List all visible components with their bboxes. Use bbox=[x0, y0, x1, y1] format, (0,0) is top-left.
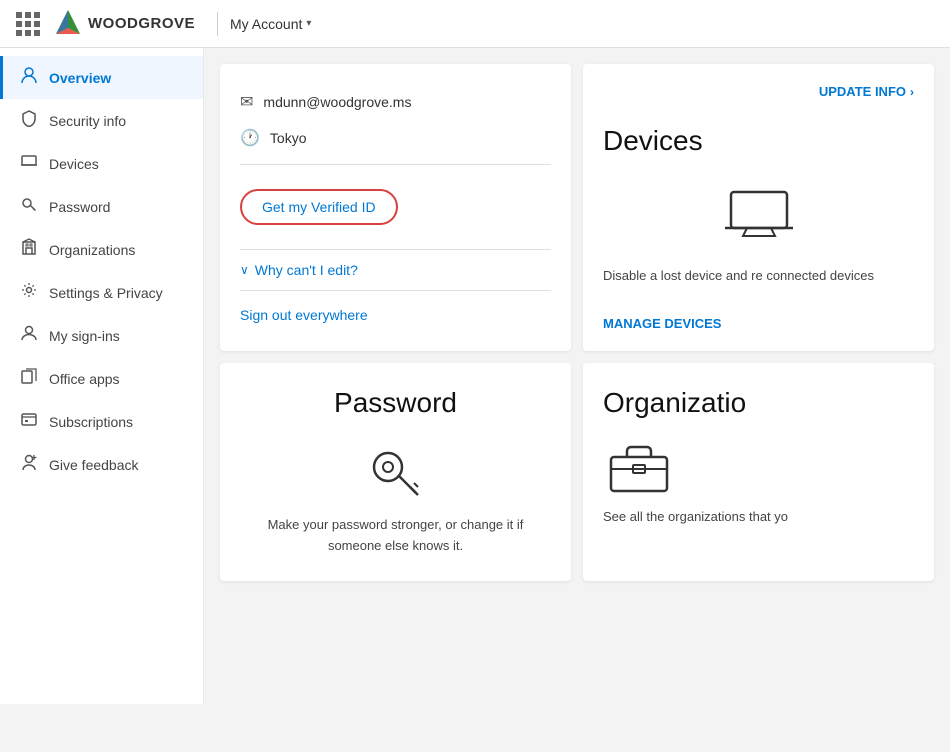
office-icon bbox=[19, 367, 39, 390]
chevron-down-icon: ▾ bbox=[306, 18, 311, 29]
manage-devices-link[interactable]: MANAGE DEVICES bbox=[603, 316, 721, 331]
settings-icon bbox=[19, 281, 39, 304]
why-edit-toggle[interactable]: ∨ Why can't I edit? bbox=[240, 258, 551, 282]
sidebar-item-devices[interactable]: Devices bbox=[0, 142, 203, 185]
email-row: ✉ mdunn@woodgrove.ms bbox=[240, 84, 551, 120]
laptop-large-icon bbox=[723, 188, 795, 240]
sidebar-label-overview: Overview bbox=[49, 70, 111, 86]
password-card: Password Make your password stronger, or… bbox=[220, 363, 571, 581]
org-title: Organizatio bbox=[603, 387, 746, 419]
cards-grid: ✉ mdunn@woodgrove.ms 🕐 Tokyo Get my Veri… bbox=[220, 64, 934, 581]
sidebar-item-subscriptions[interactable]: Subscriptions bbox=[0, 400, 203, 443]
layout: Overview Security info Devices bbox=[0, 48, 950, 704]
sidebar-item-settings[interactable]: Settings & Privacy bbox=[0, 271, 203, 314]
location-row: 🕐 Tokyo bbox=[240, 120, 551, 156]
devices-title: Devices bbox=[603, 125, 703, 157]
feedback-icon bbox=[19, 453, 39, 476]
sidebar-label-signins: My sign-ins bbox=[49, 328, 120, 344]
devices-card: UPDATE INFO › Devices Disable a lost dev… bbox=[583, 64, 934, 351]
clock-icon: 🕐 bbox=[240, 128, 260, 148]
chevron-down-icon: ∨ bbox=[240, 263, 249, 277]
person-icon bbox=[19, 66, 39, 89]
sidebar-label-organizations: Organizations bbox=[49, 242, 135, 258]
header-divider bbox=[217, 12, 218, 36]
key-large-icon bbox=[364, 439, 428, 503]
sidebar-label-devices: Devices bbox=[49, 156, 99, 172]
email-value: mdunn@woodgrove.ms bbox=[263, 94, 411, 110]
account-label: My Account bbox=[230, 16, 302, 32]
divider-1 bbox=[240, 164, 551, 165]
organizations-card: Organizatio See all the organizations th… bbox=[583, 363, 934, 581]
briefcase-large-icon bbox=[603, 439, 675, 495]
why-edit-label: Why can't I edit? bbox=[255, 262, 358, 278]
sidebar-item-overview[interactable]: Overview bbox=[0, 56, 203, 99]
signin-icon bbox=[19, 324, 39, 347]
woodgrove-logo-icon bbox=[52, 8, 84, 40]
devices-description: Disable a lost device and re connected d… bbox=[603, 266, 874, 286]
location-value: Tokyo bbox=[270, 130, 307, 146]
brand-name: WOODGROVE bbox=[88, 15, 195, 32]
password-title: Password bbox=[334, 387, 457, 419]
divider-3 bbox=[240, 290, 551, 291]
device-icon-wrap bbox=[603, 188, 914, 240]
sidebar-label-feedback: Give feedback bbox=[49, 457, 139, 473]
account-menu[interactable]: My Account ▾ bbox=[230, 16, 311, 32]
password-description: Make your password stronger, or change i… bbox=[240, 515, 551, 557]
laptop-icon bbox=[19, 152, 39, 175]
shield-icon bbox=[19, 109, 39, 132]
main-content: ✉ mdunn@woodgrove.ms 🕐 Tokyo Get my Veri… bbox=[204, 48, 950, 704]
email-icon: ✉ bbox=[240, 92, 253, 112]
verified-id-button[interactable]: Get my Verified ID bbox=[240, 189, 398, 225]
key-icon bbox=[19, 195, 39, 218]
verified-id-section: Get my Verified ID bbox=[240, 173, 551, 241]
logo: WOODGROVE bbox=[52, 8, 195, 40]
sidebar-label-subscriptions: Subscriptions bbox=[49, 414, 133, 430]
arrow-right-icon: › bbox=[910, 85, 914, 99]
sidebar-item-office-apps[interactable]: Office apps bbox=[0, 357, 203, 400]
sidebar-item-organizations[interactable]: Organizations bbox=[0, 228, 203, 271]
sidebar-label-settings: Settings & Privacy bbox=[49, 285, 163, 301]
update-info-link[interactable]: UPDATE INFO › bbox=[819, 84, 914, 99]
sidebar-label-security: Security info bbox=[49, 113, 126, 129]
divider-2 bbox=[240, 249, 551, 250]
sidebar-item-security-info[interactable]: Security info bbox=[0, 99, 203, 142]
header: WOODGROVE My Account ▾ bbox=[0, 0, 950, 48]
sidebar-item-password[interactable]: Password bbox=[0, 185, 203, 228]
devices-header: UPDATE INFO › bbox=[603, 84, 914, 99]
sidebar-label-office: Office apps bbox=[49, 371, 120, 387]
sidebar-label-password: Password bbox=[49, 199, 110, 215]
sidebar: Overview Security info Devices bbox=[0, 48, 204, 704]
sidebar-item-feedback[interactable]: Give feedback bbox=[0, 443, 203, 486]
sign-out-link[interactable]: Sign out everywhere bbox=[240, 299, 551, 331]
building-icon bbox=[19, 238, 39, 261]
apps-grid-icon[interactable] bbox=[16, 12, 40, 36]
subscriptions-icon bbox=[19, 410, 39, 433]
update-info-label: UPDATE INFO bbox=[819, 84, 906, 99]
org-description: See all the organizations that yo bbox=[603, 507, 788, 528]
sidebar-item-sign-ins[interactable]: My sign-ins bbox=[0, 314, 203, 357]
profile-card: ✉ mdunn@woodgrove.ms 🕐 Tokyo Get my Veri… bbox=[220, 64, 571, 351]
